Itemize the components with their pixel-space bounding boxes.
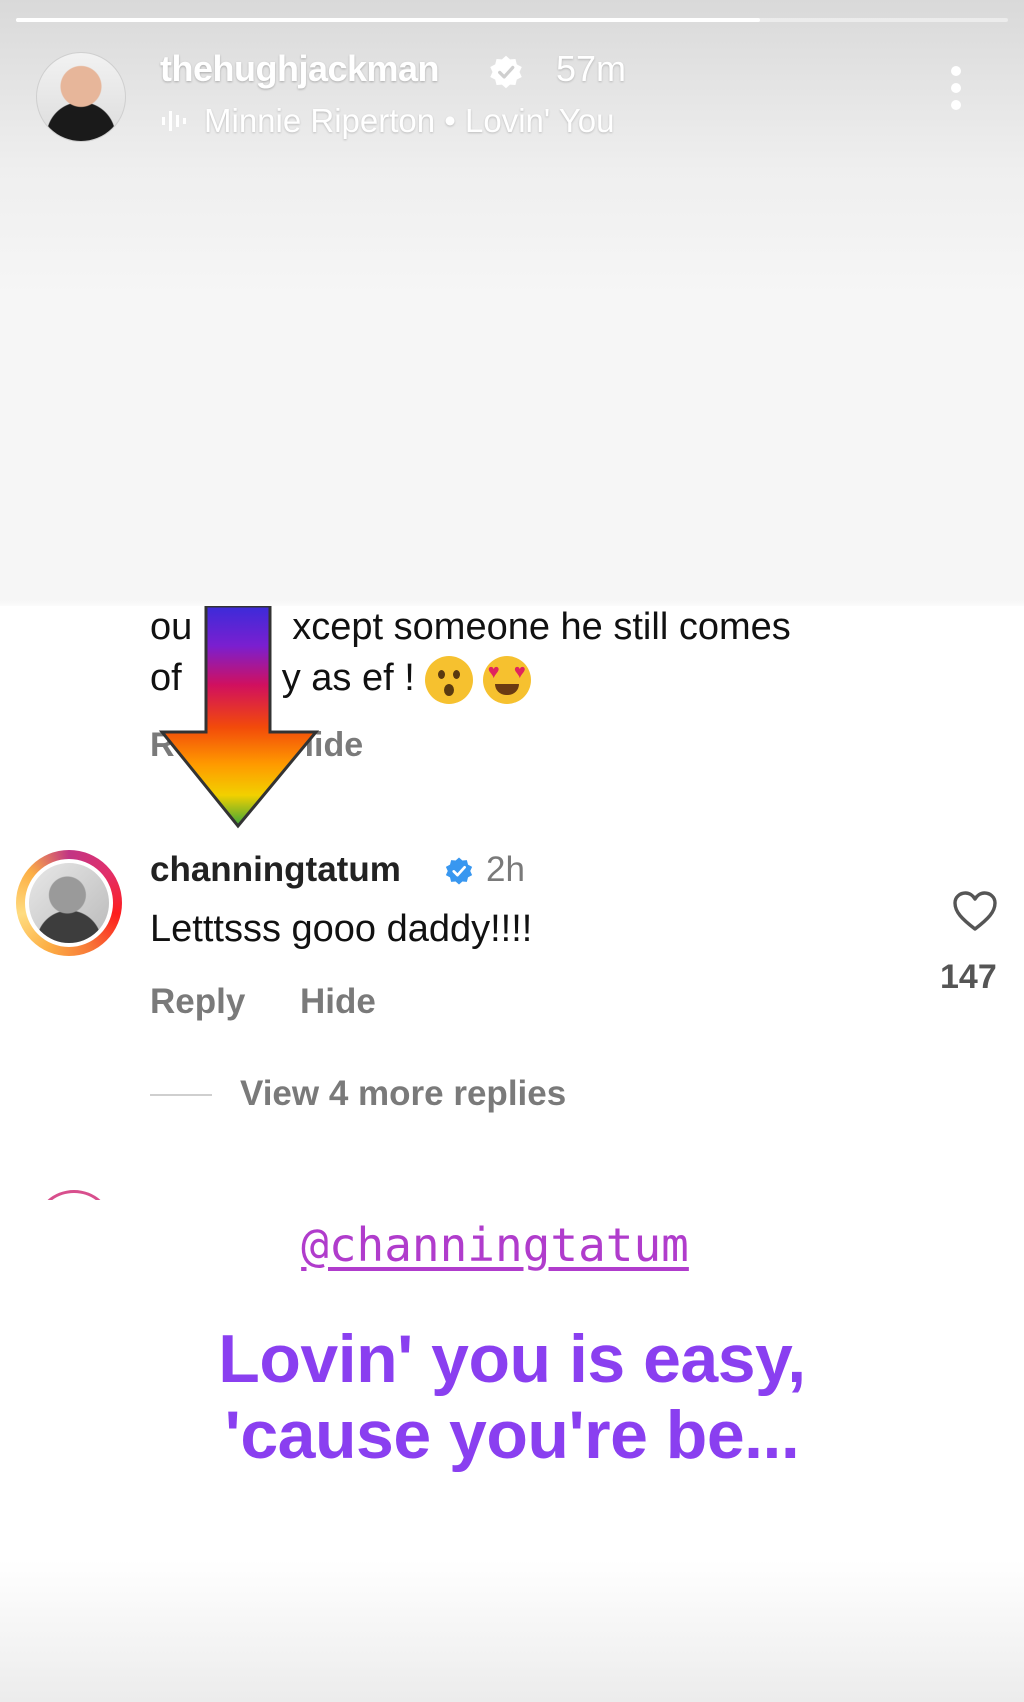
more-options-icon[interactable] bbox=[946, 66, 966, 116]
divider bbox=[150, 1094, 212, 1096]
astonished-emoji-icon bbox=[424, 656, 473, 704]
story-header: thehughjackman 57m Minnie Riperton • Lov… bbox=[0, 40, 1024, 150]
comment-time: 2h bbox=[486, 850, 525, 889]
rainbow-arrow-icon bbox=[158, 606, 320, 829]
mention-sticker[interactable]: @channingtatum bbox=[0, 1218, 990, 1272]
like-count: 147 bbox=[940, 958, 997, 996]
next-comment-avatar bbox=[34, 1190, 114, 1200]
like-heart-icon[interactable] bbox=[952, 890, 998, 932]
avatar bbox=[25, 859, 113, 947]
comment-text: Letttsss gooo daddy!!!! bbox=[150, 908, 533, 950]
heart-eyes-emoji-icon bbox=[482, 656, 531, 704]
music-bars-icon bbox=[162, 111, 186, 131]
comment-screenshot: ou xcept someone he still comes of y as ef… bbox=[0, 606, 1024, 1200]
comment-username[interactable]: channingtatum bbox=[150, 850, 401, 890]
view-more-replies-button[interactable]: View 4 more replies bbox=[240, 1074, 566, 1114]
verified-badge-icon bbox=[445, 857, 473, 885]
lyrics-sticker-line: Lovin' you is easy, bbox=[218, 1321, 806, 1397]
story-progress-fill bbox=[16, 18, 760, 22]
music-track[interactable]: Minnie Riperton • Lovin' You bbox=[204, 102, 614, 140]
reply-button[interactable]: Reply bbox=[150, 982, 245, 1022]
hide-button[interactable]: Hide bbox=[300, 982, 376, 1022]
lyrics-sticker-line: 'cause you're be... bbox=[224, 1397, 800, 1473]
story-progress-bar bbox=[16, 18, 1008, 22]
verified-badge-icon bbox=[490, 55, 522, 89]
story-time: 57m bbox=[556, 48, 627, 89]
story-avatar[interactable] bbox=[36, 52, 126, 142]
story-username[interactable]: thehughjackman bbox=[160, 48, 440, 90]
commenter-avatar[interactable] bbox=[16, 850, 122, 956]
